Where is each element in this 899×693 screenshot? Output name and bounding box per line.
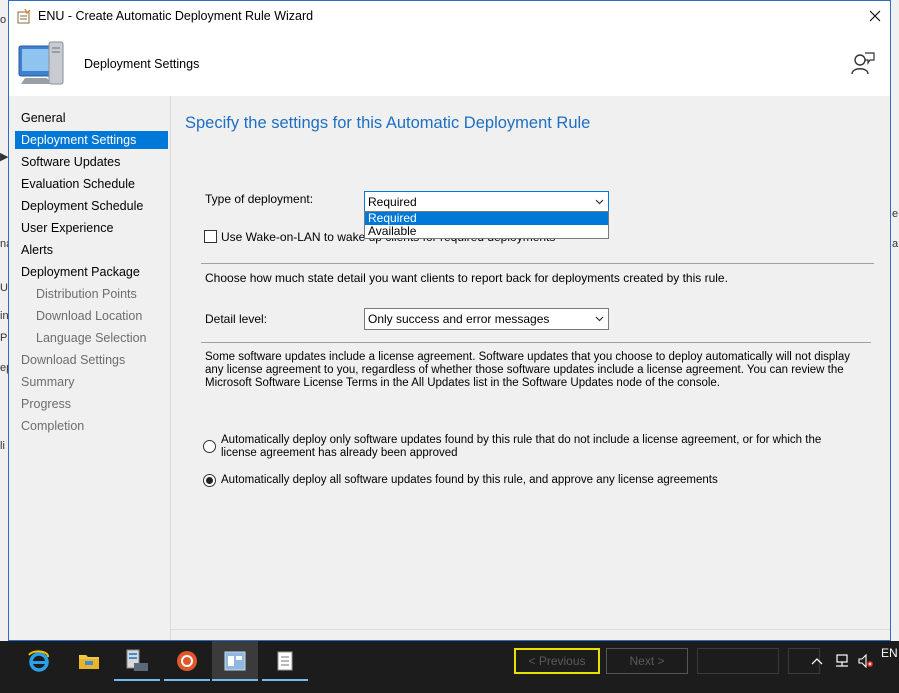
chevron-down-icon bbox=[595, 192, 604, 212]
volume-tray-icon[interactable] bbox=[857, 652, 875, 670]
radio-no-license-label: Automatically deploy only software updat… bbox=[221, 434, 822, 459]
close-icon bbox=[869, 10, 881, 22]
nav-item-deployment-settings[interactable]: Deployment Settings bbox=[15, 131, 168, 149]
wake-on-lan-checkbox[interactable] bbox=[204, 230, 217, 243]
config-manager-taskbar-button[interactable] bbox=[212, 641, 258, 681]
internet-explorer-taskbar-button[interactable] bbox=[16, 641, 62, 681]
deployment-type-value: Required bbox=[368, 195, 417, 209]
nav-item-download-settings: Download Settings bbox=[21, 353, 126, 367]
nav-item-distribution-points: Distribution Points bbox=[36, 287, 137, 301]
internet-explorer-icon bbox=[28, 650, 49, 672]
orange-app-taskbar-button[interactable] bbox=[164, 641, 210, 681]
detail-level-select[interactable]: Only success and error messages bbox=[364, 308, 609, 330]
taskbar: < Previous Next > EN bbox=[0, 641, 899, 693]
content-panel: Specify the settings for this Automatic … bbox=[171, 96, 890, 640]
nav-item-completion: Completion bbox=[21, 419, 85, 433]
chevron-down-icon bbox=[595, 309, 604, 329]
content-heading: Specify the settings for this Automatic … bbox=[185, 114, 591, 132]
radio-approve-all-label: Automatically deploy all software update… bbox=[221, 474, 718, 486]
file-explorer-taskbar-button[interactable] bbox=[66, 641, 112, 681]
config-manager-icon bbox=[224, 651, 246, 671]
nav-item-progress: Progress bbox=[21, 397, 72, 411]
nav-item-user-experience[interactable]: User Experience bbox=[21, 219, 113, 237]
help-person-icon[interactable] bbox=[850, 50, 876, 76]
network-icon bbox=[836, 654, 848, 667]
computer-icon bbox=[18, 41, 64, 85]
dropdown-option-available[interactable]: Available bbox=[365, 225, 608, 238]
wizard-header: Deployment Settings bbox=[9, 32, 890, 96]
volume-muted-icon bbox=[858, 654, 873, 668]
chevron-up-icon bbox=[811, 658, 823, 665]
page-title: Deployment Settings bbox=[84, 57, 200, 71]
orange-app-icon bbox=[177, 651, 197, 671]
nav-item-evaluation-schedule[interactable]: Evaluation Schedule bbox=[21, 175, 135, 193]
deployment-type-dropdown-list: Required Available bbox=[364, 211, 609, 239]
summary-button[interactable] bbox=[697, 648, 779, 674]
radio-approve-all-licenses[interactable] bbox=[203, 474, 216, 487]
network-tray-icon[interactable] bbox=[833, 652, 851, 670]
detail-level-label: Detail level: bbox=[205, 312, 268, 326]
show-hidden-icons-button[interactable] bbox=[809, 652, 825, 670]
detail-level-value: Only success and error messages bbox=[368, 312, 550, 326]
deployment-type-label: Type of deployment: bbox=[205, 192, 314, 206]
radio-no-license-updates[interactable] bbox=[203, 440, 216, 453]
nav-item-alerts[interactable]: Alerts bbox=[21, 241, 53, 259]
title-bar: ENU - Create Automatic Deployment Rule W… bbox=[9, 1, 890, 32]
wizard-navigation: General Deployment Settings Software Upd… bbox=[9, 96, 171, 640]
server-manager-icon bbox=[126, 649, 148, 671]
nav-item-download-location: Download Location bbox=[36, 309, 143, 323]
close-button[interactable] bbox=[860, 1, 890, 31]
folder-icon bbox=[79, 655, 99, 669]
window-title: ENU - Create Automatic Deployment Rule W… bbox=[38, 9, 314, 23]
license-agreement-description: Some software updates include a license … bbox=[205, 351, 851, 389]
nav-item-software-updates[interactable]: Software Updates bbox=[21, 153, 120, 171]
nav-item-language-selection: Language Selection bbox=[36, 331, 147, 345]
background-window-right-edge: e a bbox=[890, 0, 899, 641]
footer-divider bbox=[171, 629, 890, 630]
previous-button[interactable]: < Previous bbox=[514, 648, 600, 674]
divider bbox=[201, 263, 874, 264]
wizard-document-icon bbox=[277, 651, 293, 671]
wizard-window: ENU - Create Automatic Deployment Rule W… bbox=[8, 0, 891, 641]
wizard-taskbar-button[interactable] bbox=[262, 641, 308, 681]
nav-item-deployment-package[interactable]: Deployment Package bbox=[21, 263, 140, 281]
wizard-app-icon bbox=[17, 9, 31, 24]
state-detail-description: Choose how much state detail you want cl… bbox=[205, 271, 728, 285]
divider bbox=[201, 342, 871, 343]
nav-item-deployment-schedule[interactable]: Deployment Schedule bbox=[21, 197, 143, 215]
nav-item-general[interactable]: General bbox=[21, 109, 65, 127]
next-button[interactable]: Next > bbox=[606, 648, 688, 674]
nav-item-summary: Summary bbox=[21, 375, 75, 389]
server-manager-taskbar-button[interactable] bbox=[114, 641, 160, 681]
language-indicator[interactable]: EN bbox=[881, 645, 898, 661]
deployment-type-select[interactable]: Required bbox=[364, 191, 609, 213]
